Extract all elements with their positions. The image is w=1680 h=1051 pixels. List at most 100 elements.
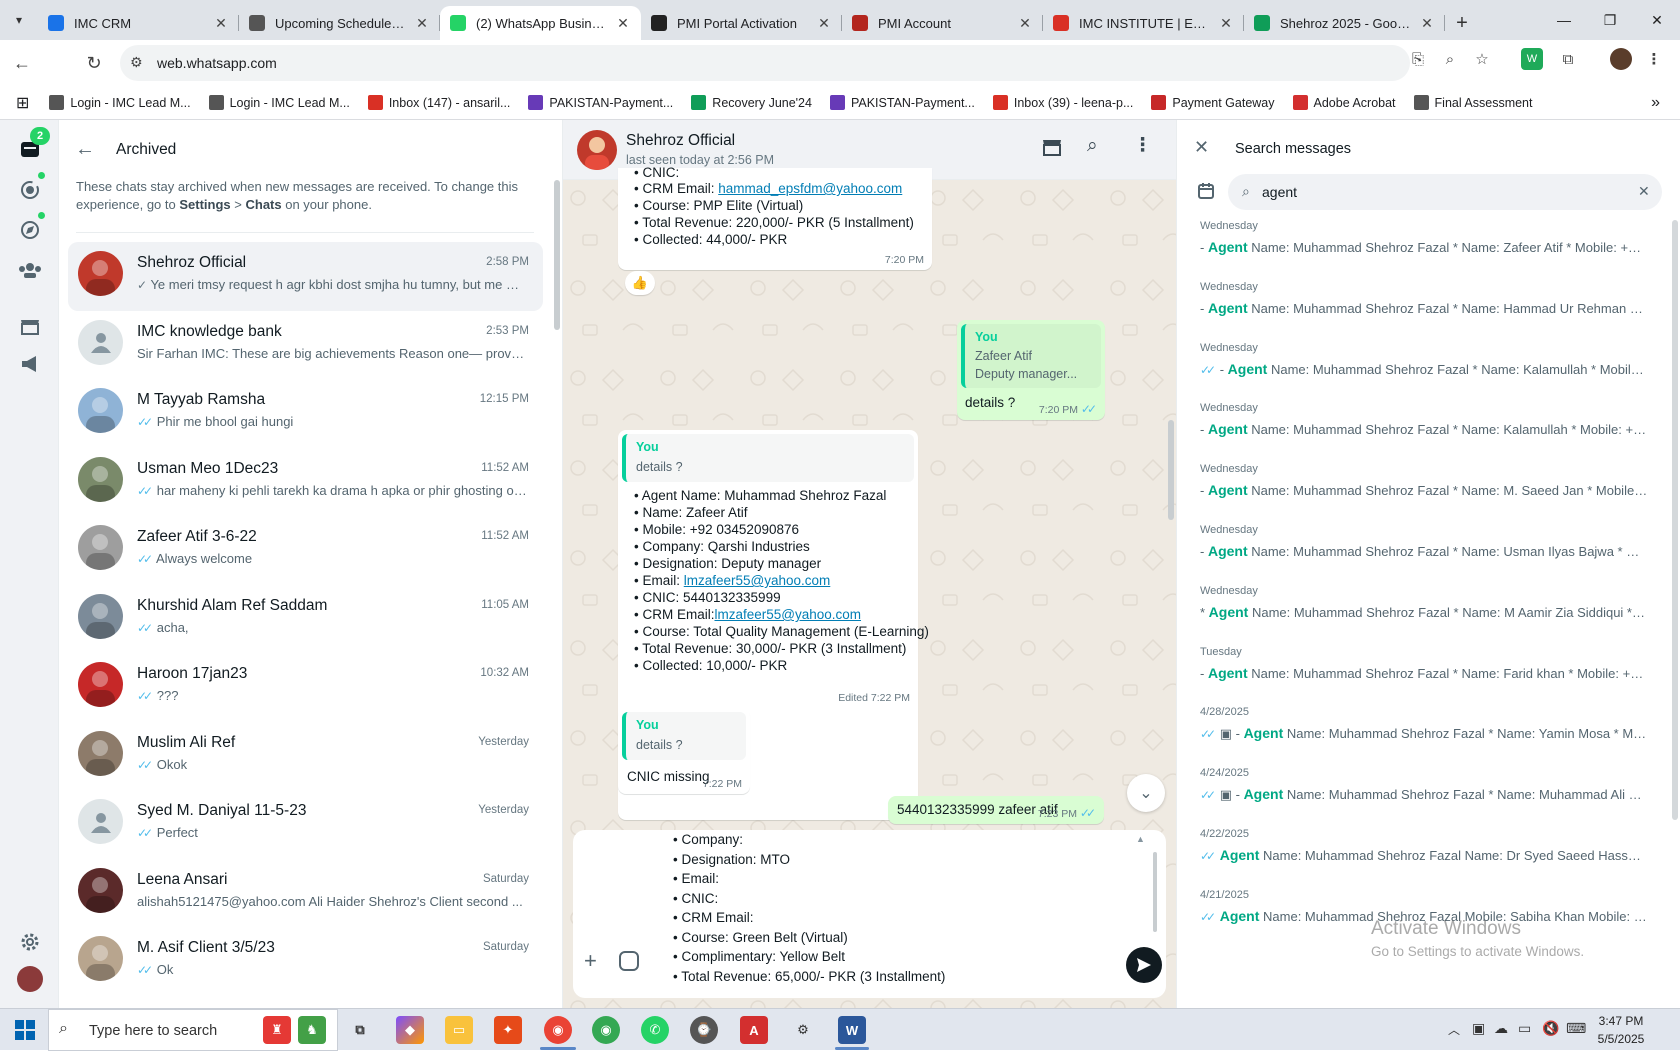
browser-menu-icon[interactable]: ⋮ [1643,48,1665,70]
minimize-icon[interactable]: — [1541,0,1587,40]
search-scrollbar[interactable] [1672,220,1678,820]
profile-avatar[interactable] [1610,48,1632,70]
windows-start-icon[interactable] [15,1020,35,1045]
chat-list-item[interactable]: Khurshid Alam Ref Saddam 11:05 AM ✓✓ acha, [68,585,543,654]
onedrive-cloud-icon[interactable]: ☁ [1494,1020,1508,1037]
attach-plus-icon[interactable]: + [584,948,597,974]
search-result-item[interactable]: 4/22/2025 ✓✓ Agent Name: Muhammad Shehroz… [1200,828,1650,863]
tab-close-icon[interactable]: ✕ [213,15,229,32]
reload-icon[interactable]: ↻ [80,49,108,77]
chatlist-scrollbar[interactable] [554,180,560,330]
battery-icon[interactable]: ⌨ [1566,1020,1586,1037]
bookmark-overflow-icon[interactable]: » [1651,94,1660,112]
chat-list-item[interactable]: Leena Ansari Saturday alishah5121475@yahoo… [68,859,543,928]
tab-search-icon[interactable]: ▾ [0,0,38,40]
file-explorer-icon[interactable]: ▭ [445,1016,473,1044]
browser-tab[interactable]: IMC CRM ✕ [38,6,239,40]
search-input[interactable]: ⌕ agent ✕ [1228,174,1662,210]
sticker-icon[interactable] [619,951,639,971]
communities-icon[interactable] [14,254,46,286]
profile-photo[interactable] [17,966,43,992]
url-text[interactable]: web.whatsapp.com [157,55,277,71]
extensions-icon[interactable]: ⧉ [1557,48,1579,70]
browser-tab[interactable]: PMI Account ✕ [842,6,1043,40]
message-outgoing[interactable]: 5440132335999 zafeer atif 7:23 PM ✓✓ [888,796,1104,824]
back-arrow-icon[interactable]: ← [75,138,95,161]
chat-list-item[interactable]: Shehroz Official 2:58 PM ✓ Ye meri tmsy re… [68,242,543,311]
bookmark-item[interactable]: Adobe Acrobat [1292,95,1396,110]
tab-close-icon[interactable]: ✕ [615,15,631,32]
chat-list-item[interactable]: IMC knowledge bank 2:53 PM Sir Farhan IMC:… [68,311,543,380]
settings-icon[interactable] [14,926,46,958]
bookmark-item[interactable]: Login - IMC Lead M... [49,95,191,110]
browser-tab[interactable]: IMC INSTITUTE | ENROLL ✕ [1043,6,1244,40]
search-result-item[interactable]: Wednesday - Agent Name: Muhammad Shehroz … [1200,402,1650,437]
settings-gear-icon[interactable]: ⚙ [789,1016,817,1044]
chat-list-item[interactable]: Muslim Ali Ref Yesterday ✓✓ Okok [68,722,543,791]
search-result-item[interactable]: Wednesday - Agent Name: Muhammad Shehroz … [1200,524,1650,559]
email-link[interactable]: hammad_epsfdm@yahoo.com [718,181,902,196]
quoted-message[interactable]: You details ? [622,712,746,760]
crm-email-link[interactable]: lmzafeer55@yahoo.com [714,607,861,622]
restore-icon[interactable]: ❐ [1587,0,1633,40]
volume-icon[interactable]: 🔇 [1542,1020,1559,1037]
taskbar-time[interactable]: 3:47 PM [1593,1014,1649,1028]
word-icon[interactable]: W [838,1016,866,1044]
tab-close-icon[interactable]: ✕ [816,15,832,32]
taskbar-date[interactable]: 5/5/2025 [1593,1032,1649,1046]
bookmark-item[interactable]: Inbox (39) - leena-p... [992,95,1133,110]
chrome-icon-2[interactable]: ◉ [592,1016,620,1044]
contact-name[interactable]: Shehroz Official [626,132,735,150]
chat-list-item[interactable]: Zafeer Atif 3-6-22 11:52 AM ✓✓ Always welc… [68,516,543,585]
tray-meet-icon[interactable]: ▣ [1472,1020,1485,1037]
omnibox[interactable]: ⚙ web.whatsapp.com [120,45,1410,81]
app-icon-game[interactable]: ♜ [263,1016,291,1044]
tab-close-icon[interactable]: ✕ [1419,15,1435,32]
bookmark-item[interactable]: PAKISTAN-Payment... [528,95,673,110]
new-tab-button[interactable]: + [1445,6,1479,40]
tab-close-icon[interactable]: ✕ [414,15,430,32]
search-result-item[interactable]: 4/24/2025 ✓✓ ▣ - Agent Name: Muhammad She… [1200,767,1650,803]
conversation-scrollbar[interactable] [1168,420,1174,520]
close-search-icon[interactable]: ✕ [1194,137,1209,158]
bookmark-item[interactable]: Login - IMC Lead M... [208,95,350,110]
message-incoming[interactable]: • CNIC: • CRM Email: hammad_epsfdm@yahoo… [618,165,932,270]
email-link[interactable]: lmzafeer55@yahoo.com [684,573,831,588]
bookmark-item[interactable]: Inbox (147) - ansaril... [367,95,510,110]
browser-tab[interactable]: Upcoming Schedules | IMC ✕ [239,6,440,40]
apps-grid-icon[interactable]: ⊞ [16,93,29,113]
quoted-message[interactable]: You Zafeer Atif Deputy manager... [961,324,1101,388]
chat-list-item[interactable]: M. Asif Client 3/5/23 Saturday ✓✓ Ok [68,927,543,996]
scroll-down-chevron-icon[interactable]: ⌄ [1127,774,1165,812]
search-result-item[interactable]: Tuesday - Agent Name: Muhammad Shehroz Fa… [1200,646,1650,681]
install-app-icon[interactable]: ⎘ [1407,48,1429,70]
message-incoming[interactable]: You details ? CNIC missing 7:22 PM [618,708,750,794]
bookmark-item[interactable]: Recovery June'24 [691,95,812,110]
back-icon[interactable]: ← [8,49,36,77]
chat-list-item[interactable]: Usman Meo 1Dec23 11:52 AM ✓✓ har maheny ki… [68,448,543,517]
search-result-item[interactable]: Wednesday * Agent Name: Muhammad Shehroz … [1200,585,1650,620]
browser-tab[interactable]: (2) WhatsApp Business ✕ [440,6,641,40]
message-outgoing[interactable]: You Zafeer Atif Deputy manager... detail… [957,320,1105,420]
bookmark-star-icon[interactable]: ☆ [1471,48,1493,70]
search-result-item[interactable]: Wednesday - Agent Name: Muhammad Shehroz … [1200,220,1650,255]
whatsapp-icon[interactable]: ✆ [641,1016,669,1044]
tray-chevron-icon[interactable]: ︿ [1448,1021,1460,1038]
quoted-message[interactable]: You details ? [622,434,914,482]
app-icon-gray[interactable]: ⌚ [690,1016,718,1044]
contact-avatar[interactable] [577,130,617,170]
search-result-item[interactable]: Wednesday ✓✓ - Agent Name: Muhammad Shehr… [1200,342,1650,377]
search-result-item[interactable]: 4/28/2025 ✓✓ ▣ - Agent Name: Muhammad She… [1200,706,1650,742]
app-icon-orange[interactable]: ✦ [494,1016,522,1044]
app-icon-game-green[interactable]: ♞ [298,1016,326,1044]
network-icon[interactable]: ▭ [1518,1020,1531,1037]
site-info-icon[interactable]: ⚙ [130,54,143,71]
catalog-icon[interactable] [14,310,46,342]
chat-list-item[interactable]: M Tayyab Ramsha 12:15 PM ✓✓ Phir me bhool … [68,379,543,448]
chat-list-item[interactable]: Haroon 17jan23 10:32 AM ✓✓ ??? [68,653,543,722]
acrobat-icon[interactable]: A [740,1016,768,1044]
whatsapp-extension-icon[interactable]: W [1521,48,1543,70]
send-button[interactable] [1126,947,1162,983]
tab-close-icon[interactable]: ✕ [1017,15,1033,32]
scroll-up-arrow-icon[interactable]: ▲ [1136,834,1145,844]
